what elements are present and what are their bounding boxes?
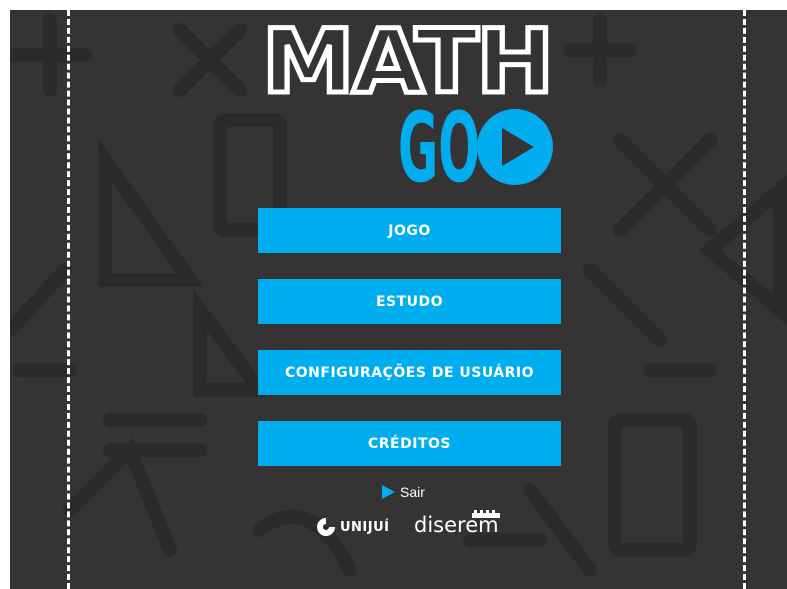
math-logo-text: MATH bbox=[262, 22, 552, 98]
credits-button[interactable]: CRÉDITOS bbox=[258, 421, 561, 466]
user-settings-button[interactable]: CONFIGURAÇÕES DE USUÁRIO bbox=[258, 350, 561, 395]
go-logo-text: GO bbox=[398, 106, 480, 186]
unijui-logo-text: UNIJUÍ bbox=[340, 519, 390, 535]
dashed-border-right bbox=[743, 10, 746, 589]
main-menu-screen: MATH GO JOGO ESTUDO CONFIGURAÇÕES DE USU… bbox=[10, 10, 787, 589]
unijui-mark-icon bbox=[317, 518, 335, 536]
unijui-logo: UNIJUÍ bbox=[315, 516, 390, 538]
diserem-logo: diserem bbox=[414, 510, 500, 537]
math-logo: MATH bbox=[260, 22, 554, 98]
game-button[interactable]: JOGO bbox=[258, 208, 561, 253]
study-button[interactable]: ESTUDO bbox=[258, 279, 561, 324]
diserem-crown-icon bbox=[472, 510, 500, 518]
exit-link[interactable]: Sair bbox=[381, 483, 425, 501]
play-triangle-icon bbox=[382, 485, 395, 499]
dashed-border-left bbox=[67, 10, 70, 589]
exit-label: Sair bbox=[400, 484, 425, 500]
go-logo: GO bbox=[398, 106, 553, 186]
